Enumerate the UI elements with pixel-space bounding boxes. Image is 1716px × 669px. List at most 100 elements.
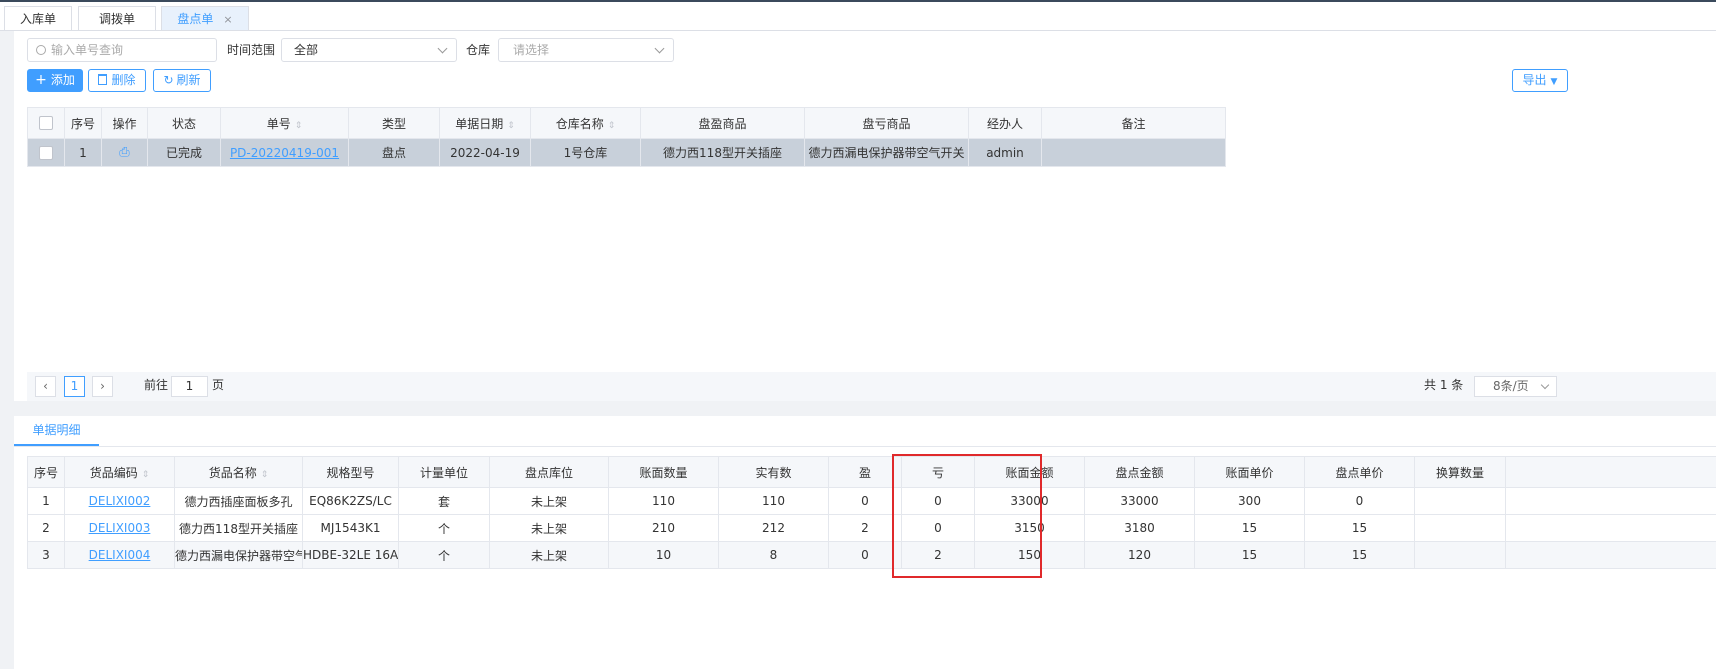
col-header: 类型 xyxy=(348,107,440,139)
order-number-link[interactable]: PD-20220419-001 xyxy=(230,146,339,160)
cell-index: 2 xyxy=(27,514,65,542)
col-header-sortable[interactable]: 货品编码 ⇕ xyxy=(64,456,175,488)
warehouse-label: 仓库 xyxy=(466,43,491,57)
export-label: 导出 xyxy=(1522,73,1547,87)
table-row[interactable]: 2 DELIXI003 德力西118型开关插座 MJ1543K1 个 未上架 2… xyxy=(27,514,1716,542)
goods-code-link[interactable]: DELIXI004 xyxy=(89,548,151,562)
warehouse-select[interactable]: 请选择 xyxy=(498,38,674,62)
col-header-sortable[interactable]: 单号 ⇕ xyxy=(220,107,349,139)
col-header-sortable[interactable]: 仓库名称 ⇕ xyxy=(530,107,641,139)
prev-page-button[interactable]: ‹ xyxy=(35,376,56,397)
sort-icon[interactable]: ⇕ xyxy=(142,470,150,480)
table-row[interactable]: 1 DELIXI002 德力西插座面板多孔 EQ86K2ZS/LC 套 未上架 … xyxy=(27,487,1716,515)
printer-icon[interactable]: ⎙ xyxy=(119,145,129,160)
cell-gain: 0 xyxy=(828,487,902,515)
search-icon xyxy=(36,45,46,55)
cell-code[interactable]: DELIXI004 xyxy=(64,541,175,569)
cell-book-qty: 210 xyxy=(608,514,719,542)
cell-gain: 0 xyxy=(828,541,902,569)
next-page-button[interactable]: › xyxy=(92,376,113,397)
add-button[interactable]: + 添加 xyxy=(27,69,83,92)
tab-bar: 入库单 调拨单 盘点单 × xyxy=(0,2,1716,31)
cell-gain: 2 xyxy=(828,514,902,542)
cell-actual-qty: 110 xyxy=(718,487,829,515)
add-label: 添加 xyxy=(50,73,75,87)
time-range-value: 全部 xyxy=(294,43,319,57)
cell-actual-qty: 212 xyxy=(718,514,829,542)
sort-icon[interactable]: ⇕ xyxy=(608,121,616,131)
col-header: 盘盈商品 xyxy=(640,107,805,139)
close-icon[interactable]: × xyxy=(223,13,232,26)
cell-name: 德力西118型开关插座 xyxy=(174,514,303,542)
stocktake-list-panel: 输入单号查询 时间范围 全部 仓库 请选择 + 添加 删除 ↻ 刷新 导出 ▼ 序号 … xyxy=(14,31,1716,401)
goods-code-link[interactable]: DELIXI003 xyxy=(89,521,151,535)
tab-stocktake[interactable]: 盘点单 × xyxy=(161,6,249,30)
cell-conv-qty xyxy=(1414,514,1506,542)
sort-icon[interactable]: ⇕ xyxy=(295,121,303,131)
col-header: 序号 xyxy=(64,107,102,139)
pagination-bar: ‹ 1 › 前往 1 页 共 1 条 8条/页 xyxy=(27,372,1716,401)
refresh-button[interactable]: ↻ 刷新 xyxy=(153,69,211,92)
cell-warehouse: 1号仓库 xyxy=(530,138,641,167)
cell-handler: admin xyxy=(968,138,1042,167)
cell-count-amount: 120 xyxy=(1084,541,1195,569)
col-header: 状态 xyxy=(147,107,221,139)
goods-code-link[interactable]: DELIXI002 xyxy=(89,494,151,508)
col-header: 盈 xyxy=(828,456,902,488)
col-header-sortable[interactable]: 单据日期 ⇕ xyxy=(439,107,531,139)
select-all-checkbox[interactable] xyxy=(27,107,65,139)
cell-number[interactable]: PD-20220419-001 xyxy=(220,138,349,167)
col-header: 盘点库位 xyxy=(489,456,609,488)
cell-code[interactable]: DELIXI003 xyxy=(64,514,175,542)
tab-label: 入库单 xyxy=(19,12,56,26)
export-button[interactable]: 导出 ▼ xyxy=(1512,69,1568,92)
tab-detail[interactable]: 单据明细 xyxy=(14,416,99,446)
cell-actual-qty: 8 xyxy=(718,541,829,569)
col-header-sortable[interactable]: 货品名称 ⇕ xyxy=(174,456,303,488)
checkbox[interactable] xyxy=(39,116,53,131)
goto-suffix: 页 xyxy=(212,378,225,392)
detail-tab-bar: 单据明细 xyxy=(14,416,1716,447)
table-row[interactable]: 3 DELIXI004 德力西漏电保护器带空气开关 HDBE-32LE 16A … xyxy=(27,541,1716,569)
cell-conv-qty xyxy=(1414,487,1506,515)
detail-panel: 单据明细 序号 货品编码 ⇕ 货品名称 ⇕ 规格型号 计量单位 盘点库位 账面数量 … xyxy=(14,416,1716,669)
page-size-select[interactable]: 8条/页 xyxy=(1474,376,1557,397)
cell-count-price: 15 xyxy=(1304,514,1415,542)
cell-count-price: 15 xyxy=(1304,541,1415,569)
cell-count-price: 0 xyxy=(1304,487,1415,515)
cell-book-price: 300 xyxy=(1194,487,1305,515)
cell-book-qty: 10 xyxy=(608,541,719,569)
cell-loss-goods: 德力西漏电保护器带空气开关 xyxy=(804,138,969,167)
col-header: 序号 xyxy=(27,456,65,488)
sort-icon[interactable]: ⇕ xyxy=(261,470,269,480)
cell-surplus-goods: 德力西118型开关插座 xyxy=(640,138,805,167)
cell-spec: HDBE-32LE 16A 2P xyxy=(302,541,399,569)
search-input[interactable]: 输入单号查询 xyxy=(27,38,217,62)
chevron-down-icon xyxy=(437,43,448,54)
col-label: 单号 xyxy=(266,116,291,131)
checkbox[interactable] xyxy=(39,145,53,160)
time-range-select[interactable]: 全部 xyxy=(281,38,457,62)
col-header: 账面单价 xyxy=(1194,456,1305,488)
col-header: 盘亏商品 xyxy=(804,107,969,139)
tab-label: 盘点单 xyxy=(177,12,214,26)
table-header: 序号 货品编码 ⇕ 货品名称 ⇕ 规格型号 计量单位 盘点库位 账面数量 实有数 盈… xyxy=(27,456,1716,488)
sort-icon[interactable]: ⇕ xyxy=(507,121,515,131)
print-button[interactable]: ⎙ xyxy=(101,138,148,167)
delete-button[interactable]: 删除 xyxy=(88,69,146,92)
col-label: 仓库名称 xyxy=(555,116,604,131)
cell-unit: 套 xyxy=(398,487,490,515)
time-range-label: 时间范围 xyxy=(227,43,276,57)
tab-transfer[interactable]: 调拨单 xyxy=(78,6,156,30)
cell-blank xyxy=(1505,541,1716,569)
goto-page-input[interactable]: 1 xyxy=(171,376,208,397)
cell-code[interactable]: DELIXI002 xyxy=(64,487,175,515)
cell-index: 3 xyxy=(27,541,65,569)
cell-index: 1 xyxy=(64,138,102,167)
col-header: 换算数量 xyxy=(1414,456,1506,488)
row-checkbox[interactable] xyxy=(27,138,65,167)
tab-inbound[interactable]: 入库单 xyxy=(4,6,72,30)
page-number-button[interactable]: 1 xyxy=(64,376,85,397)
highlight-box xyxy=(892,454,1042,578)
table-row[interactable]: 1 ⎙ 已完成 PD-20220419-001 盘点 2022-04-19 1号… xyxy=(27,138,1226,167)
